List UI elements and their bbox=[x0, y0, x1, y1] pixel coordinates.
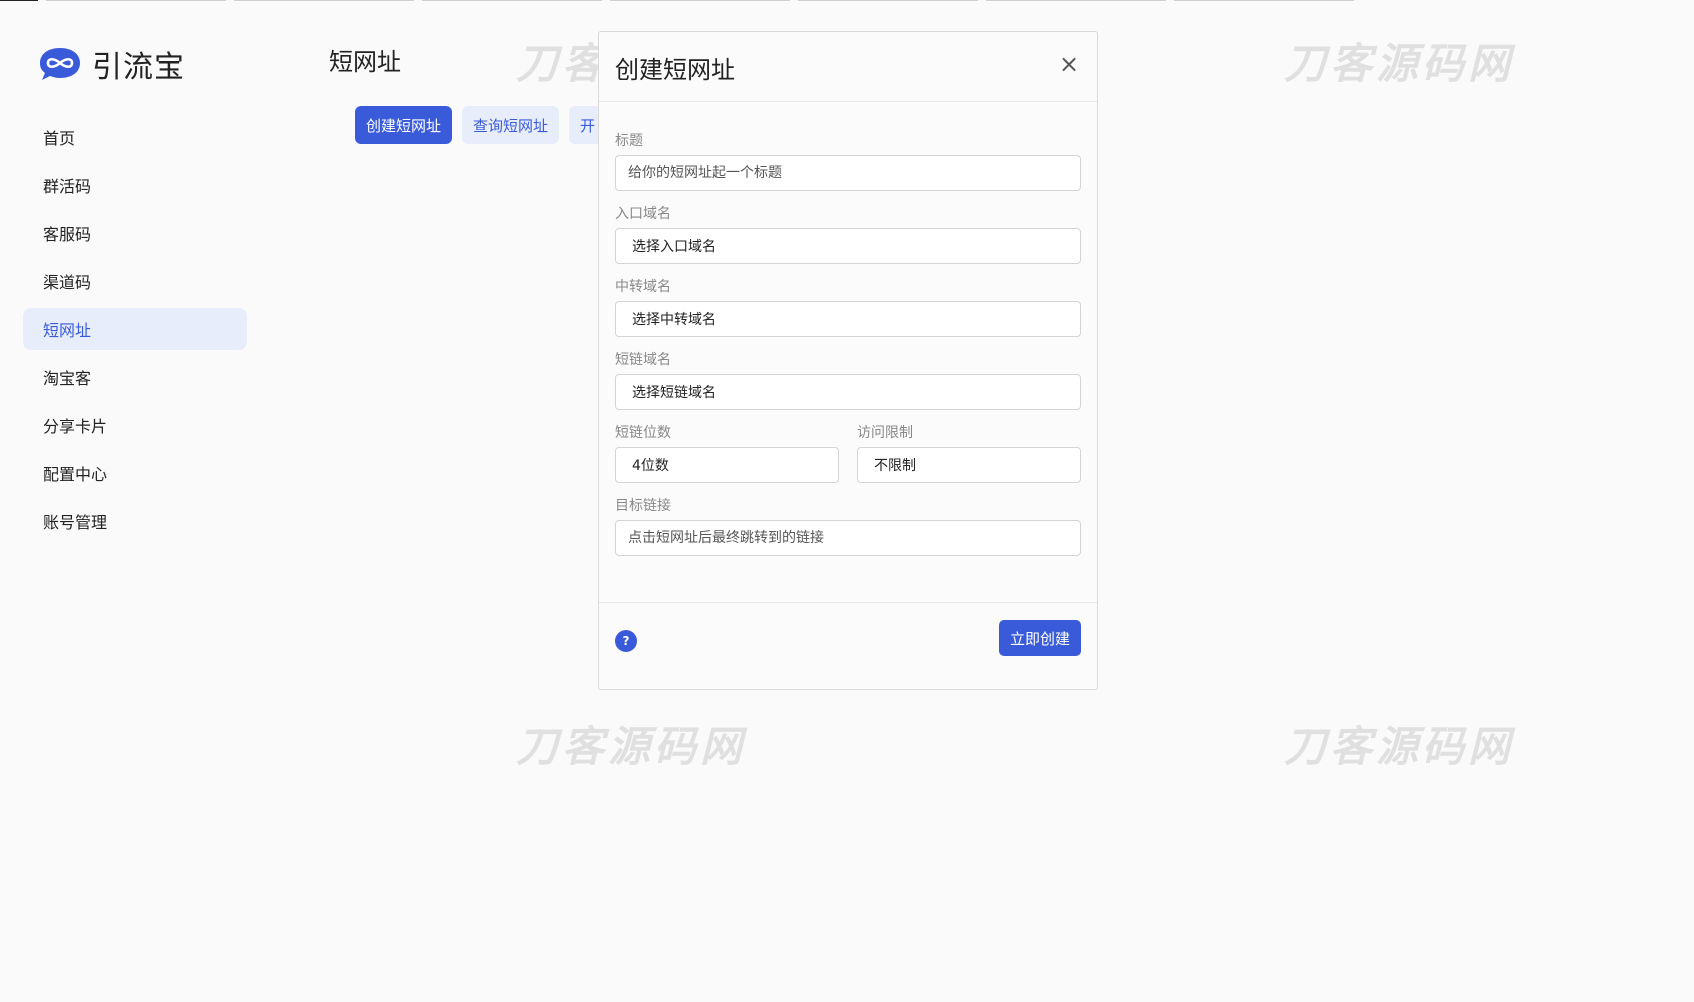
title-field-group: 标题 bbox=[615, 132, 1081, 191]
brand-name: 引流宝 bbox=[92, 50, 185, 85]
sidebar-nav: 首页 群活码 客服码 渠道码 短网址 淘宝客 分享卡片 配置中心 账号管理 bbox=[23, 116, 247, 548]
short-domain-value: 选择短链域名 bbox=[632, 385, 716, 401]
short-length-label: 短链位数 bbox=[615, 425, 671, 441]
sidebar-item-label: 渠道码 bbox=[43, 273, 92, 292]
dialog-title: 创建短网址 bbox=[615, 56, 735, 84]
short-domain-label: 短链域名 bbox=[615, 352, 671, 368]
relay-domain-field-group: 中转域名 选择中转域名 bbox=[615, 278, 1081, 337]
sidebar-item-home[interactable]: 首页 bbox=[23, 116, 247, 158]
relay-domain-value: 选择中转域名 bbox=[632, 312, 716, 328]
sidebar-item-channel-code[interactable]: 渠道码 bbox=[23, 260, 247, 302]
short-length-select[interactable]: 4位数 bbox=[615, 447, 839, 483]
tab-create-short-url[interactable]: 创建短网址 bbox=[355, 106, 453, 144]
title-input[interactable] bbox=[615, 155, 1081, 191]
sidebar-item-label: 客服码 bbox=[43, 225, 92, 244]
sidebar-item-label: 分享卡片 bbox=[43, 417, 108, 436]
question-icon[interactable]: ? bbox=[615, 630, 637, 652]
dialog-header: 创建短网址 × bbox=[599, 32, 1097, 102]
infinity-bubble-icon bbox=[40, 48, 80, 80]
watermark: 刀客源码网 bbox=[1284, 722, 1515, 771]
sidebar-item-share-card[interactable]: 分享卡片 bbox=[23, 404, 247, 446]
watermark: 刀客源码网 bbox=[516, 722, 747, 771]
relay-domain-select[interactable]: 选择中转域名 bbox=[615, 301, 1081, 337]
entry-domain-value: 选择入口域名 bbox=[632, 239, 716, 255]
create-now-button[interactable]: 立即创建 bbox=[998, 620, 1081, 656]
relay-domain-label: 中转域名 bbox=[615, 279, 671, 295]
create-short-url-dialog: 创建短网址 × 标题 入口域名 选择入口域名 中转域名 选择中转域名 短链域名 … bbox=[598, 31, 1098, 690]
short-length-field-group: 短链位数 4位数 bbox=[615, 424, 839, 483]
length-limit-row: 短链位数 4位数 访问限制 不限制 bbox=[615, 424, 1081, 497]
sidebar-item-label: 短网址 bbox=[43, 321, 92, 340]
sidebar-item-label: 群活码 bbox=[43, 177, 92, 196]
sidebar-item-group-code[interactable]: 群活码 bbox=[23, 164, 247, 206]
access-limit-select[interactable]: 不限制 bbox=[857, 447, 1081, 483]
entry-domain-label: 入口域名 bbox=[615, 206, 671, 222]
short-domain-select[interactable]: 选择短链域名 bbox=[615, 374, 1081, 410]
sidebar-item-account-management[interactable]: 账号管理 bbox=[23, 500, 247, 542]
sidebar-item-label: 淘宝客 bbox=[43, 369, 92, 388]
sidebar-item-service-code[interactable]: 客服码 bbox=[23, 212, 247, 254]
access-limit-value: 不限制 bbox=[874, 458, 916, 474]
sidebar-item-label: 首页 bbox=[43, 129, 76, 148]
access-limit-label: 访问限制 bbox=[857, 425, 913, 441]
entry-domain-select[interactable]: 选择入口域名 bbox=[615, 228, 1081, 264]
page-title: 短网址 bbox=[329, 48, 401, 76]
tab-query-short-url[interactable]: 查询短网址 bbox=[462, 106, 560, 144]
dialog-footer: ? 立即创建 bbox=[599, 602, 1097, 690]
access-limit-field-group: 访问限制 不限制 bbox=[857, 424, 1081, 483]
brand[interactable]: 引流宝 bbox=[38, 42, 185, 86]
target-url-input[interactable] bbox=[615, 520, 1081, 556]
short-length-value: 4位数 bbox=[632, 458, 669, 474]
sidebar-item-config-center[interactable]: 配置中心 bbox=[23, 452, 247, 494]
close-icon[interactable]: × bbox=[1055, 50, 1083, 78]
target-url-field-group: 目标链接 bbox=[615, 497, 1081, 556]
sidebar-item-label: 账号管理 bbox=[43, 513, 108, 532]
target-url-label: 目标链接 bbox=[615, 498, 671, 514]
action-tabs: 创建短网址 查询短网址 开 bbox=[355, 106, 616, 144]
sidebar-item-label: 配置中心 bbox=[43, 465, 108, 484]
sidebar-item-short-url[interactable]: 短网址 bbox=[23, 308, 247, 350]
short-domain-field-group: 短链域名 选择短链域名 bbox=[615, 351, 1081, 410]
title-label: 标题 bbox=[615, 133, 643, 149]
sidebar-item-taobaoke[interactable]: 淘宝客 bbox=[23, 356, 247, 398]
sidebar: 引流宝 首页 群活码 客服码 渠道码 短网址 淘宝客 分享卡片 配置中心 账号管… bbox=[0, 0, 270, 1002]
dialog-form: 标题 入口域名 选择入口域名 中转域名 选择中转域名 短链域名 选择短链域名 短… bbox=[615, 132, 1081, 570]
watermark: 刀客源码网 bbox=[1284, 39, 1515, 88]
entry-domain-field-group: 入口域名 选择入口域名 bbox=[615, 205, 1081, 264]
